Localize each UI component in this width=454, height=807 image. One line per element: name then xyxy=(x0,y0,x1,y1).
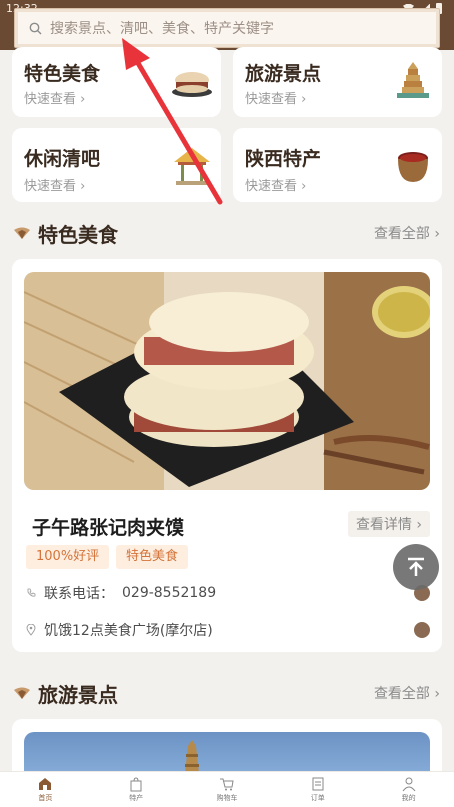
fan-icon xyxy=(14,227,30,239)
featured-name: 子午路张记肉夹馍 xyxy=(32,517,185,539)
category-card-bar[interactable]: 休闲清吧 快速查看 › xyxy=(12,128,221,202)
section-header-scenic: 旅游景点 查看全部 › xyxy=(14,679,440,707)
tag-category: 特色美食 xyxy=(116,545,189,569)
see-all-link-scenic[interactable]: 查看全部 › xyxy=(374,683,440,703)
search-placeholder: 搜索景点、清吧、美食、特产关键字 xyxy=(50,21,274,37)
section-header-food: 特色美食 查看全部 › xyxy=(14,219,440,247)
location-icon xyxy=(26,624,36,636)
scenic-card[interactable] xyxy=(12,719,442,782)
featured-food-card[interactable]: 子午路张记肉夹馍 查看详情 › 100%好评 特色美食 联系电话： 029-85… xyxy=(12,259,442,652)
nav-label: 首页 xyxy=(38,794,53,802)
bottom-navigation: 首页 特产 购物车 订单 我的 xyxy=(0,771,454,807)
category-card-scenic[interactable]: 旅游景点 快速查看 › xyxy=(233,47,442,117)
view-detail-button[interactable]: 查看详情 › xyxy=(347,511,430,537)
nav-specialty[interactable]: 特产 xyxy=(91,772,182,807)
scroll-top-button[interactable] xyxy=(393,544,439,590)
category-title: 旅游景点 xyxy=(245,63,322,85)
category-title: 特色美食 xyxy=(24,63,101,85)
burger-icon xyxy=(172,72,212,97)
tag-rating: 100%好评 xyxy=(26,545,110,569)
home-icon xyxy=(39,778,52,790)
nav-label: 特产 xyxy=(129,794,144,802)
address-text: 饥饿12点美食广场(摩尔店) xyxy=(44,623,213,639)
phone-row: 联系电话： 029-8552189 xyxy=(26,583,216,603)
navigate-icon[interactable] xyxy=(414,622,430,638)
category-card-specialty[interactable]: 陕西特产 快速查看 › xyxy=(233,128,442,202)
nav-profile[interactable]: 我的 xyxy=(363,772,454,807)
nav-label: 购物车 xyxy=(216,794,238,802)
category-subtitle: 快速查看 › xyxy=(24,92,86,107)
bag-icon xyxy=(130,777,142,792)
nav-home[interactable]: 首页 xyxy=(0,772,91,807)
address-row: 饥饿12点美食广场(摩尔店) xyxy=(26,620,213,640)
category-card-food[interactable]: 特色美食 快速查看 › xyxy=(12,47,221,117)
phone-number: 029-8552189 xyxy=(122,585,217,601)
nav-orders[interactable]: 订单 xyxy=(272,772,363,807)
section-title: 旅游景点 xyxy=(38,683,118,707)
pagoda-icon xyxy=(397,62,429,98)
pavilion-icon xyxy=(174,148,210,185)
arrow-up-icon xyxy=(408,557,424,576)
user-icon xyxy=(402,777,415,792)
phone-icon xyxy=(27,588,36,597)
phone-label: 联系电话： xyxy=(44,586,114,602)
category-title: 陕西特产 xyxy=(245,148,322,170)
cart-icon xyxy=(219,778,234,791)
order-icon xyxy=(312,777,324,791)
top-header: 12:32 搜索景点、清吧、美食、特产关键字 xyxy=(0,0,454,50)
nav-label: 我的 xyxy=(401,794,416,802)
see-all-link-food[interactable]: 查看全部 › xyxy=(374,223,440,243)
category-subtitle: 快速查看 › xyxy=(24,179,86,194)
category-subtitle: 快速查看 › xyxy=(245,179,307,194)
roujiamo-image xyxy=(24,272,430,490)
featured-photo xyxy=(24,272,430,490)
nav-cart[interactable]: 购物车 xyxy=(182,772,273,807)
search-input[interactable]: 搜索景点、清吧、美食、特产关键字 xyxy=(14,8,440,48)
category-title: 休闲清吧 xyxy=(24,148,101,170)
search-icon xyxy=(29,22,42,34)
nav-label: 订单 xyxy=(310,794,325,802)
pot-icon xyxy=(398,152,428,182)
section-title: 特色美食 xyxy=(38,223,118,247)
fan-icon xyxy=(14,687,30,699)
category-subtitle: 快速查看 › xyxy=(245,92,307,107)
